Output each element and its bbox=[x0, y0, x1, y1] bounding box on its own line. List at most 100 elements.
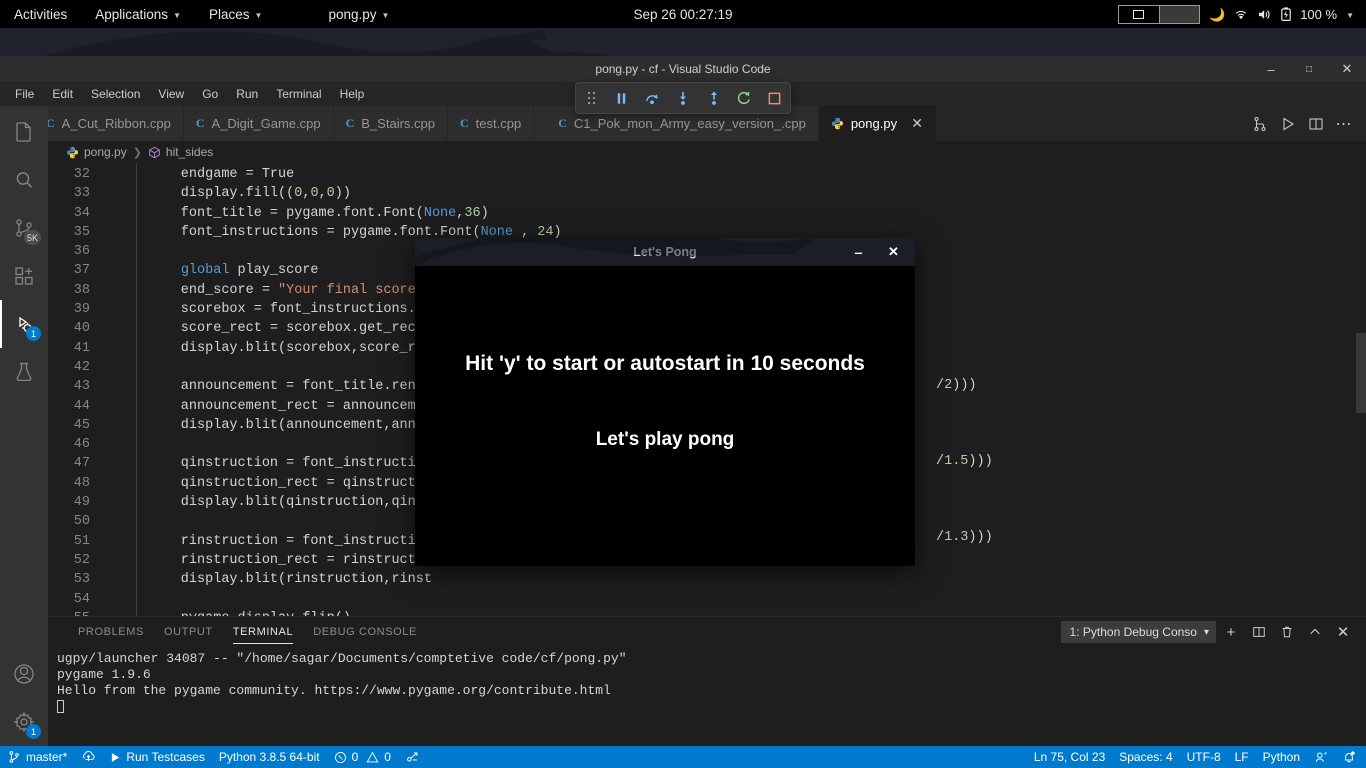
workspace-1[interactable] bbox=[1119, 5, 1160, 23]
editor-scrollbar[interactable] bbox=[1356, 333, 1366, 413]
source-control-icon bbox=[9, 751, 19, 763]
panel-tab-problems[interactable]: PROBLEMS bbox=[68, 617, 154, 647]
tab-test[interactable]: C test.cpp bbox=[447, 106, 535, 141]
split-terminal-icon[interactable] bbox=[1246, 619, 1272, 645]
activity-settings[interactable]: 1 bbox=[0, 698, 48, 746]
applications-menu[interactable]: Applications ▼ bbox=[81, 0, 195, 28]
panel-tab-debug-console[interactable]: DEBUG CONSOLE bbox=[303, 617, 427, 647]
menu-terminal[interactable]: Terminal bbox=[267, 82, 330, 106]
dragon-wallpaper-icon bbox=[415, 238, 815, 266]
wifi-icon[interactable] bbox=[1234, 8, 1248, 21]
status-problems[interactable]: 0 0 bbox=[327, 746, 398, 768]
status-python-version[interactable]: Python 3.8.5 64-bit bbox=[212, 746, 327, 768]
status-feedback[interactable] bbox=[1307, 746, 1335, 768]
collapse-panel-icon[interactable] bbox=[1302, 619, 1328, 645]
battery-icon[interactable] bbox=[1281, 7, 1292, 21]
menu-go[interactable]: Go bbox=[193, 82, 227, 106]
status-indentation[interactable]: Spaces: 4 bbox=[1112, 746, 1179, 768]
status-run-testcases[interactable]: Run Testcases bbox=[103, 746, 212, 768]
activities-label: Activities bbox=[14, 6, 68, 22]
volume-icon[interactable] bbox=[1257, 8, 1272, 21]
close-icon[interactable]: ✕ bbox=[910, 115, 924, 132]
activity-accounts[interactable] bbox=[0, 650, 48, 698]
debug-pause-button[interactable] bbox=[607, 82, 638, 114]
debug-toolbar[interactable] bbox=[575, 82, 791, 114]
drag-handle-icon[interactable] bbox=[576, 82, 607, 114]
debug-restart-button[interactable] bbox=[729, 82, 760, 114]
activities-button[interactable]: Activities bbox=[0, 0, 81, 28]
tab-b-stairs[interactable]: C B_Stairs.cpp bbox=[333, 106, 448, 141]
source-control-badge: 5K bbox=[23, 230, 41, 245]
activity-search[interactable] bbox=[0, 156, 48, 204]
status-branch[interactable]: master* bbox=[0, 746, 74, 768]
activity-testing[interactable] bbox=[0, 348, 48, 396]
more-actions-icon[interactable]: ⋯ bbox=[1330, 106, 1358, 141]
code-line[interactable] bbox=[116, 590, 1366, 609]
menu-help[interactable]: Help bbox=[331, 82, 374, 106]
status-eol[interactable]: LF bbox=[1228, 746, 1256, 768]
app-menu[interactable]: pong.py ▼ bbox=[314, 0, 403, 28]
code-line[interactable]: endgame = True bbox=[116, 165, 1366, 184]
status-language-mode[interactable]: Python bbox=[1256, 746, 1307, 768]
extensions-icon bbox=[15, 267, 33, 285]
debug-step-into-button[interactable] bbox=[668, 82, 699, 114]
panel-tab-terminal[interactable]: TERMINAL bbox=[223, 617, 303, 647]
code-line[interactable]: font_title = pygame.font.Font(None,36) bbox=[116, 204, 1366, 223]
code-line[interactable]: display.fill((0,0,0)) bbox=[116, 184, 1366, 203]
workspace-switcher[interactable] bbox=[1118, 4, 1201, 24]
new-terminal-icon[interactable]: + bbox=[1218, 619, 1244, 645]
debug-step-over-button[interactable] bbox=[637, 82, 668, 114]
places-menu[interactable]: Places ▼ bbox=[195, 0, 276, 28]
menu-file[interactable]: File bbox=[6, 82, 43, 106]
activity-extensions[interactable] bbox=[0, 252, 48, 300]
pygame-titlebar[interactable]: Let's Pong ‒ ✕ bbox=[415, 238, 915, 266]
tab-label: A_Cut_Ribbon.cpp bbox=[61, 116, 171, 131]
line-number: 34 bbox=[73, 205, 90, 221]
breadcrumb-file[interactable]: pong.py bbox=[66, 145, 127, 159]
line-number: 55 bbox=[48, 609, 90, 616]
debug-step-out-button[interactable] bbox=[698, 82, 729, 114]
kill-terminal-icon[interactable] bbox=[1274, 619, 1300, 645]
activity-run-and-debug[interactable]: 1 bbox=[0, 300, 48, 348]
menu-run[interactable]: Run bbox=[227, 82, 267, 106]
tab-a-digit-game[interactable]: C A_Digit_Game.cpp bbox=[183, 106, 334, 141]
code-line[interactable]: display.blit(rinstruction,rinst bbox=[116, 570, 1366, 589]
menu-selection[interactable]: Selection bbox=[82, 82, 149, 106]
minimize-icon[interactable]: ‒ bbox=[841, 238, 876, 266]
workspace-2[interactable] bbox=[1159, 5, 1200, 23]
maximize-icon[interactable]: □ bbox=[1290, 56, 1328, 82]
status-cursor-position[interactable]: Ln 75, Col 23 bbox=[1027, 746, 1112, 768]
status-sync[interactable] bbox=[74, 746, 103, 768]
terminal-output[interactable]: ugpy/launcher 34087 -- "/home/sagar/Docu… bbox=[48, 647, 1366, 746]
split-layout-icon[interactable] bbox=[1302, 106, 1330, 141]
tab-a-cut-ribbon[interactable]: C A_Cut_Ribbon.cpp bbox=[48, 106, 184, 141]
status-notifications[interactable] bbox=[1335, 746, 1366, 768]
close-panel-icon[interactable]: ✕ bbox=[1330, 619, 1356, 645]
terminal-selector[interactable]: 1: Python Debug Conso ▾ bbox=[1060, 621, 1216, 643]
debug-stop-button[interactable] bbox=[759, 82, 790, 114]
line-number: 40 bbox=[73, 321, 90, 337]
minimize-icon[interactable]: ‒ bbox=[1252, 56, 1290, 82]
files-icon bbox=[16, 122, 31, 142]
chevron-down-icon[interactable]: ▼ bbox=[1346, 11, 1354, 20]
chevron-down-icon: ▼ bbox=[381, 10, 390, 20]
account-icon bbox=[14, 664, 34, 684]
run-icon[interactable] bbox=[1274, 106, 1302, 141]
activity-source-control[interactable]: 5K bbox=[0, 204, 48, 252]
close-icon[interactable]: ✕ bbox=[876, 238, 911, 266]
close-icon[interactable]: ✕ bbox=[1328, 56, 1366, 82]
night-light-icon[interactable]: 🌙 bbox=[1209, 8, 1225, 21]
status-ports[interactable] bbox=[398, 746, 427, 768]
menu-view[interactable]: View bbox=[149, 82, 193, 106]
pygame-window[interactable]: Let's Pong ‒ ✕ Hit 'y' to start or autos… bbox=[415, 238, 915, 566]
code-line[interactable]: pygame.display.flip() bbox=[116, 609, 1366, 616]
pygame-canvas[interactable]: Hit 'y' to start or autostart in 10 seco… bbox=[415, 266, 915, 566]
menu-edit[interactable]: Edit bbox=[43, 82, 82, 106]
line-number: 45 bbox=[73, 417, 90, 433]
tab-pong-py[interactable]: pong.py ✕ bbox=[818, 106, 938, 141]
activity-explorer[interactable] bbox=[0, 108, 48, 156]
breadcrumb-symbol[interactable]: hit_sides bbox=[148, 145, 213, 159]
split-editor-icon[interactable] bbox=[1246, 106, 1274, 141]
status-encoding[interactable]: UTF-8 bbox=[1180, 746, 1228, 768]
panel-tab-output[interactable]: OUTPUT bbox=[154, 617, 223, 647]
